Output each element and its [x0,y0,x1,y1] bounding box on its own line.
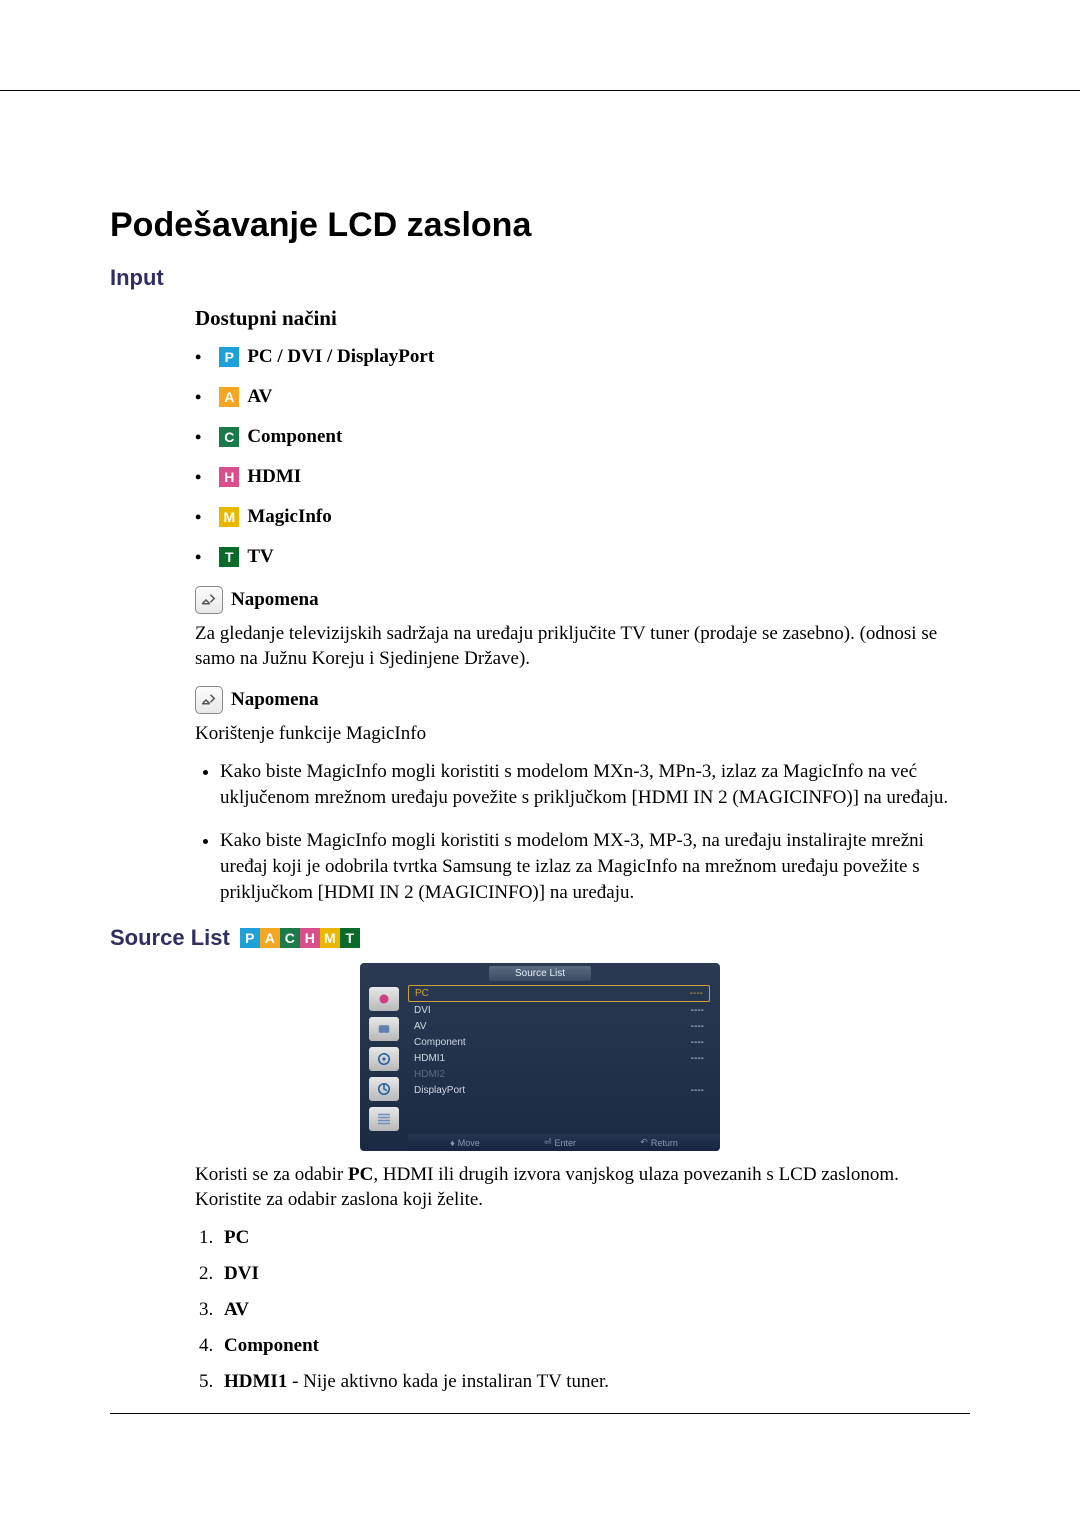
source-label: HDMI1 [224,1371,287,1392]
desc-bold: PC [348,1164,373,1185]
mode-label: TV [247,546,273,568]
osd-row-label: HDMI2 [414,1069,445,1080]
mode-label: HDMI [247,466,301,488]
osd-footer-label: Return [651,1138,678,1148]
source-label: PC [224,1227,249,1248]
osd-footer: ♦ Move ⏎ Enter ↶ Return [408,1134,720,1151]
c-icon: C [219,427,239,447]
osd-row-label: HDMI1 [414,1053,445,1064]
osd-side-icon [369,987,399,1011]
h-icon: H [219,467,239,487]
mode-label: Component [247,426,342,448]
osd-row-label: DisplayPort [414,1085,465,1096]
mode-label: AV [247,386,272,408]
mode-list: P PC / DVI / DisplayPort A AV C Componen… [195,346,970,568]
source-list-desc: Koristi se za odabir PC, HDMI ili drugih… [195,1163,970,1212]
osd-row-label: AV [414,1021,427,1032]
osd-row-hdmi1: HDMI1 ---- [408,1051,710,1066]
osd-row-label: PC [415,988,429,999]
osd-row-value: ---- [691,1053,704,1064]
mode-item-pc: P PC / DVI / DisplayPort [195,346,970,368]
osd-footer-return: ↶ Return [640,1137,678,1148]
source-item-1: PC [218,1227,970,1249]
osd-side-icon [369,1077,399,1101]
m-icon: M [320,928,340,948]
osd-row-value: ---- [691,1021,704,1032]
m-icon: M [219,507,239,527]
osd-screenshot: Source List PC ---- DVI ---- [360,963,720,1151]
mode-item-hdmi: H HDMI [195,466,970,488]
source-list-heading-row: Source List PACHMT [110,925,970,951]
sources-ordered-list: PC DVI AV Component HDMI1 - Nije aktivno… [110,1227,970,1393]
note-icon [195,586,223,614]
mode-item-tv: T TV [195,546,970,568]
osd-row-value: ---- [691,1005,704,1016]
c-icon: C [280,928,300,948]
source-label: Component [224,1335,319,1356]
p-icon: P [219,347,239,367]
document-page: Podešavanje LCD zaslona Input Dostupni n… [0,90,1080,1534]
a-icon: A [219,387,239,407]
source-label: DVI [224,1263,259,1284]
osd-row-displayport: DisplayPort ---- [408,1083,710,1098]
osd-panel: Source List PC ---- DVI ---- [360,963,720,1151]
t-icon: T [219,547,239,567]
osd-footer-move: ♦ Move [450,1137,480,1148]
osd-footer-label: Enter [555,1138,577,1148]
section-input-heading: Input [110,265,970,291]
note2-text: Korištenje funkcije MagicInfo [195,722,970,747]
osd-row-label: DVI [414,1005,431,1016]
source-rest: - Nije aktivno kada je instaliran TV tun… [287,1371,609,1392]
page-title: Podešavanje LCD zaslona [110,206,970,245]
desc-prefix: Koristi se za odabir [195,1164,348,1185]
badge-row: PACHMT [240,928,360,948]
osd-title: Source List [489,966,591,981]
modes-heading: Dostupni načini [195,306,970,331]
note-label: Napomena [231,689,319,711]
osd-side-icon [369,1107,399,1131]
note-label: Napomena [231,589,319,611]
bullet-item: Kako biste MagicInfo mogli koristiti s m… [220,828,970,905]
magicinfo-bullets: Kako biste MagicInfo mogli koristiti s m… [195,759,970,905]
source-item-5: HDMI1 - Nije aktivno kada je instaliran … [218,1371,970,1393]
source-item-3: AV [218,1299,970,1321]
note-block-2: Napomena [195,686,970,714]
note1-text: Za gledanje televizijskih sadržaja na ur… [195,622,970,671]
osd-row-value: ---- [691,1085,704,1096]
a-icon: A [260,928,280,948]
osd-footer-label: Move [458,1138,480,1148]
source-label: AV [224,1299,249,1320]
osd-footer-enter: ⏎ Enter [544,1137,576,1148]
modes-block: Dostupni načini P PC / DVI / DisplayPort… [195,306,970,905]
note-block-1: Napomena [195,586,970,614]
osd-row-pc: PC ---- [408,985,710,1002]
osd-row-dvi: DVI ---- [408,1003,710,1018]
mode-label: MagicInfo [247,506,331,528]
source-list-heading: Source List [110,925,230,951]
osd-main: PC ---- DVI ---- AV ---- Component ---- [408,985,720,1133]
osd-row-component: Component ---- [408,1035,710,1050]
osd-row-hdmi2: HDMI2 [408,1067,710,1082]
h-icon: H [300,928,320,948]
mode-item-magicinfo: M MagicInfo [195,506,970,528]
t-icon: T [340,928,360,948]
source-item-2: DVI [218,1263,970,1285]
p-icon: P [240,928,260,948]
source-item-4: Component [218,1335,970,1357]
osd-side-icon [369,1017,399,1041]
osd-body: PC ---- DVI ---- AV ---- Component ---- [360,963,720,1133]
mode-label: PC / DVI / DisplayPort [247,346,434,368]
bullet-item: Kako biste MagicInfo mogli koristiti s m… [220,759,970,810]
note-icon [195,686,223,714]
osd-row-av: AV ---- [408,1019,710,1034]
source-list-body: Koristi se za odabir PC, HDMI ili drugih… [195,1163,970,1212]
osd-row-label: Component [414,1037,466,1048]
osd-side-icon [369,1047,399,1071]
osd-sidebar [360,985,408,1133]
mode-item-component: C Component [195,426,970,448]
osd-row-value: ---- [691,1037,704,1048]
mode-item-av: A AV [195,386,970,408]
osd-row-value: ---- [690,988,703,999]
bottom-rule [110,1413,970,1414]
